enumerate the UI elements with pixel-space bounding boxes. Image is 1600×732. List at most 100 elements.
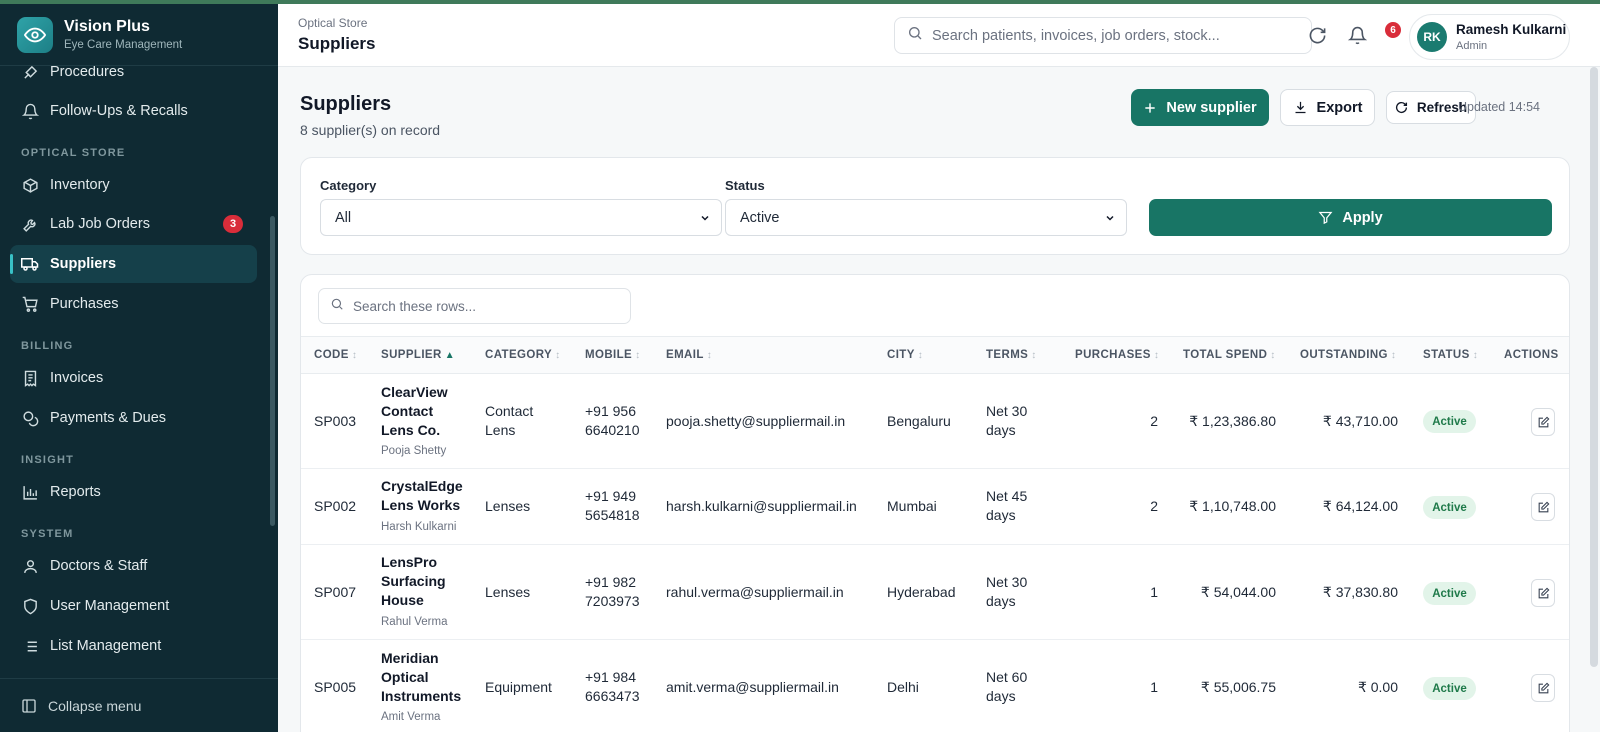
page-scrollbar[interactable] xyxy=(1590,67,1598,667)
sidebar-item-label: Payments & Dues xyxy=(50,410,167,426)
status-badge: Active xyxy=(1423,410,1476,433)
column-code[interactable]: CODE ↕ xyxy=(314,349,357,361)
status-badge: Active xyxy=(1423,677,1476,700)
cell-outstanding: ₹ 64,124.00 xyxy=(1322,498,1398,514)
brand[interactable]: Vision Plus Eye Care Management xyxy=(0,4,278,66)
cell-outstanding: ₹ 37,830.80 xyxy=(1322,584,1398,600)
edit-icon[interactable] xyxy=(1531,493,1555,521)
bell-icon xyxy=(21,102,39,120)
status-value: Active xyxy=(740,209,780,226)
row-search-input[interactable] xyxy=(353,298,623,314)
sidebar-scrollbar[interactable] xyxy=(270,216,275,526)
page-title: Suppliers xyxy=(300,93,392,115)
cell-city: Delhi xyxy=(887,679,919,695)
notification-bell-icon[interactable] xyxy=(1346,24,1368,46)
lab-orders-count-badge: 3 xyxy=(223,215,243,233)
list-icon xyxy=(21,637,39,655)
global-search[interactable] xyxy=(894,17,1312,54)
updated-timestamp: Updated 14:54 xyxy=(1458,100,1541,114)
cell-outstanding: ₹ 43,710.00 xyxy=(1322,413,1398,429)
cell-supplier-name[interactable]: LensPro Surfacing House xyxy=(381,553,446,610)
section-system: SYSTEM xyxy=(21,528,74,540)
edit-icon[interactable] xyxy=(1531,579,1555,607)
column-status[interactable]: STATUS ↕ xyxy=(1423,349,1478,361)
column-supplier[interactable]: SUPPLIER ▲ xyxy=(381,349,455,361)
refresh-icon[interactable] xyxy=(1306,24,1328,46)
new-supplier-button[interactable]: New supplier xyxy=(1131,89,1269,126)
cell-code: SP005 xyxy=(314,679,357,695)
brand-name: Vision Plus xyxy=(64,18,150,35)
apply-filter-button[interactable]: Apply xyxy=(1149,199,1552,236)
cell-mobile: +91 982 7203973 xyxy=(585,574,640,609)
column-email[interactable]: EMAIL ↕ xyxy=(666,349,712,361)
sidebar-item-payments[interactable]: Payments & Dues xyxy=(10,399,257,437)
edit-icon[interactable] xyxy=(1531,408,1555,436)
edit-icon[interactable] xyxy=(1531,674,1555,702)
cell-category: Lenses xyxy=(485,498,531,514)
collapse-menu-label: Collapse menu xyxy=(48,697,142,714)
cell-mobile: +91 956 6640210 xyxy=(585,403,640,438)
filter-panel: Category All Status Active Apply xyxy=(300,157,1570,255)
cell-contact-person: Pooja Shetty xyxy=(381,445,447,457)
collapse-menu-button[interactable]: Collapse menu xyxy=(0,678,278,732)
sidebar-item-purchases[interactable]: Purchases xyxy=(10,285,257,323)
status-select[interactable]: Active xyxy=(725,199,1127,236)
column-mobile[interactable]: MOBILE ↕ xyxy=(585,349,641,361)
row-search[interactable] xyxy=(318,288,631,324)
bar-chart-icon xyxy=(21,483,39,501)
sidebar-item-inventory[interactable]: Inventory xyxy=(10,166,257,204)
sidebar-item-invoices[interactable]: Invoices xyxy=(10,359,257,397)
category-value: All xyxy=(335,209,352,226)
global-search-input[interactable] xyxy=(932,27,1302,44)
sidebar-toggle-icon xyxy=(21,698,37,714)
notification-count-badge: 6 xyxy=(1385,22,1401,38)
search-icon xyxy=(907,25,923,46)
cell-category: Contact Lens xyxy=(485,403,534,438)
cell-supplier-name[interactable]: Meridian Optical Instruments xyxy=(381,649,461,706)
chevron-down-icon xyxy=(699,212,711,228)
tool-icon xyxy=(21,215,39,233)
sidebar-item-reports[interactable]: Reports xyxy=(10,473,257,511)
table-row[interactable]: SP003 ClearView Contact Lens Co. Pooja She… xyxy=(301,374,1569,469)
breadcrumb[interactable]: Optical Store xyxy=(298,16,367,30)
cart-icon xyxy=(21,295,39,313)
sidebar-item-suppliers[interactable]: Suppliers xyxy=(10,245,257,283)
column-outstanding[interactable]: OUTSTANDING ↕ xyxy=(1300,349,1396,361)
plus-icon xyxy=(1143,101,1157,115)
export-button[interactable]: Export xyxy=(1280,89,1375,126)
cell-email: amit.verma@suppliermail.in xyxy=(666,679,839,695)
cell-email: harsh.kulkarni@suppliermail.in xyxy=(666,498,857,514)
column-terms[interactable]: TERMS ↕ xyxy=(986,349,1037,361)
category-select[interactable]: All xyxy=(320,199,722,236)
user-menu[interactable]: RK Ramesh Kulkarni Admin xyxy=(1409,14,1570,60)
cell-city: Bengaluru xyxy=(887,413,951,429)
cell-purchases: 1 xyxy=(1150,679,1158,695)
sidebar-item-lab-job-orders[interactable]: Lab Job Orders 3 xyxy=(10,205,257,243)
truck-icon xyxy=(21,255,39,273)
column-total-spend[interactable]: TOTAL SPEND ↕ xyxy=(1183,349,1276,361)
sidebar-item-procedures[interactable]: Procedures xyxy=(10,66,257,91)
eye-logo-icon xyxy=(17,16,53,53)
table-row[interactable]: SP002 CrystalEdge Lens Works Harsh Kulkar… xyxy=(301,469,1569,545)
cell-terms: Net 60 days xyxy=(986,669,1028,704)
cell-supplier-name[interactable]: CrystalEdge Lens Works xyxy=(381,477,463,515)
brand-subtitle: Eye Care Management xyxy=(64,39,183,51)
column-category[interactable]: CATEGORY ↕ xyxy=(485,349,561,361)
sidebar-item-list-management[interactable]: List Management xyxy=(10,627,257,665)
page-subtitle: 8 supplier(s) on record xyxy=(300,122,441,138)
sidebar-nav: Procedures Follow-Ups & Recalls OPTICAL … xyxy=(0,66,278,678)
sidebar-item-user-management[interactable]: User Management xyxy=(10,587,257,625)
export-label: Export xyxy=(1316,99,1363,116)
column-purchases[interactable]: PURCHASES ↕ xyxy=(1075,349,1159,361)
cell-city: Mumbai xyxy=(887,498,937,514)
cell-supplier-name[interactable]: ClearView Contact Lens Co. xyxy=(381,383,448,440)
cell-terms: Net 30 days xyxy=(986,403,1028,438)
sidebar-item-doctors-staff[interactable]: Doctors & Staff xyxy=(10,547,257,585)
sidebar-item-follow-ups[interactable]: Follow-Ups & Recalls xyxy=(10,92,257,130)
cell-code: SP003 xyxy=(314,413,357,429)
column-actions: ACTIONS xyxy=(1504,349,1559,361)
column-city[interactable]: CITY ↕ xyxy=(887,349,923,361)
table-row[interactable]: SP005 Meridian Optical Instruments Amit Ve… xyxy=(301,640,1569,732)
table-row[interactable]: SP007 LensPro Surfacing House Rahul Verma … xyxy=(301,545,1569,640)
cell-contact-person: Amit Verma xyxy=(381,711,441,723)
